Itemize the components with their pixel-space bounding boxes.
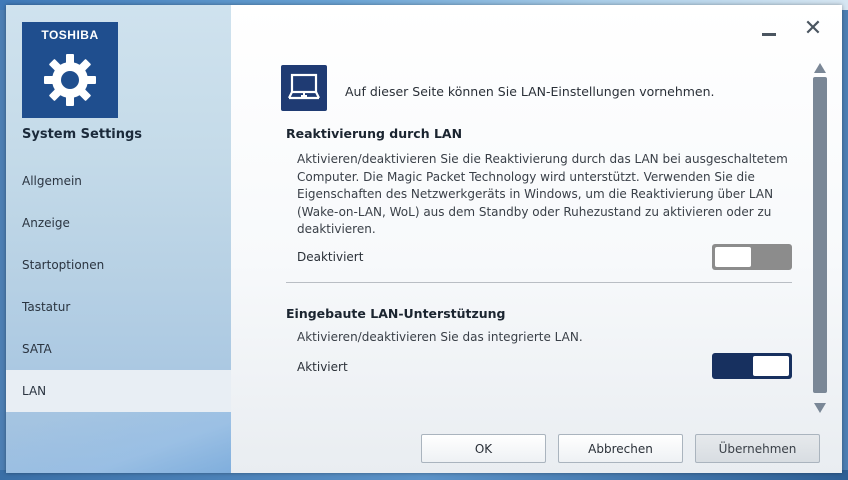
wol-toggle[interactable] [712,244,792,270]
sidebar-item-allgemein[interactable]: Allgemein [6,160,231,202]
sidebar-item-sata[interactable]: SATA [6,328,231,370]
close-button[interactable]: ✕ [801,17,825,41]
cancel-button[interactable]: Abbrechen [558,434,683,463]
scroll-up-arrow-icon[interactable] [813,61,827,75]
builtin-lan-toggle[interactable] [712,353,792,379]
sidebar-item-lan[interactable]: LAN [6,370,231,412]
sidebar-item-anzeige[interactable]: Anzeige [6,202,231,244]
sidebar-item-startoptionen[interactable]: Startoptionen [6,244,231,286]
section-title-builtin-lan: Eingebaute LAN-Unterstützung [286,306,506,321]
apply-button[interactable]: Übernehmen [695,434,820,463]
ok-button[interactable]: OK [421,434,546,463]
scrollbar-thumb[interactable] [813,77,827,393]
state-label-builtin-lan: Aktiviert [297,360,348,374]
sidebar-item-tastatur[interactable]: Tastatur [6,286,231,328]
toggle-knob [715,247,751,267]
app-title: System Settings [22,127,143,142]
sidebar-nav: Allgemein Anzeige Startoptionen Tastatur… [6,160,231,412]
section-description-builtin-lan: Aktivieren/deaktivieren Sie das integrie… [297,330,583,344]
section-divider [286,282,792,283]
settings-window: TOSHIBA System Settings Allgemein Anzeig… [6,5,842,473]
section-title-wol: Reaktivierung durch LAN [286,126,463,141]
section-description-wol: Aktivieren/deaktivieren Sie die Reaktivi… [297,152,788,236]
lan-computer-icon [281,65,327,111]
gear-icon [44,54,96,106]
main-panel: ✕ Auf dieser Seite können Sie LAN-Einste… [231,5,842,473]
toshiba-logo: TOSHIBA [22,22,118,118]
scroll-down-arrow-icon[interactable] [813,401,827,415]
state-label-wol: Deaktiviert [297,250,364,264]
brand-label: TOSHIBA [41,28,99,42]
toggle-knob [753,356,789,376]
page-intro: Auf dieser Seite können Sie LAN-Einstell… [345,84,715,99]
minimize-button[interactable] [757,17,781,41]
sidebar: TOSHIBA System Settings Allgemein Anzeig… [6,5,231,473]
